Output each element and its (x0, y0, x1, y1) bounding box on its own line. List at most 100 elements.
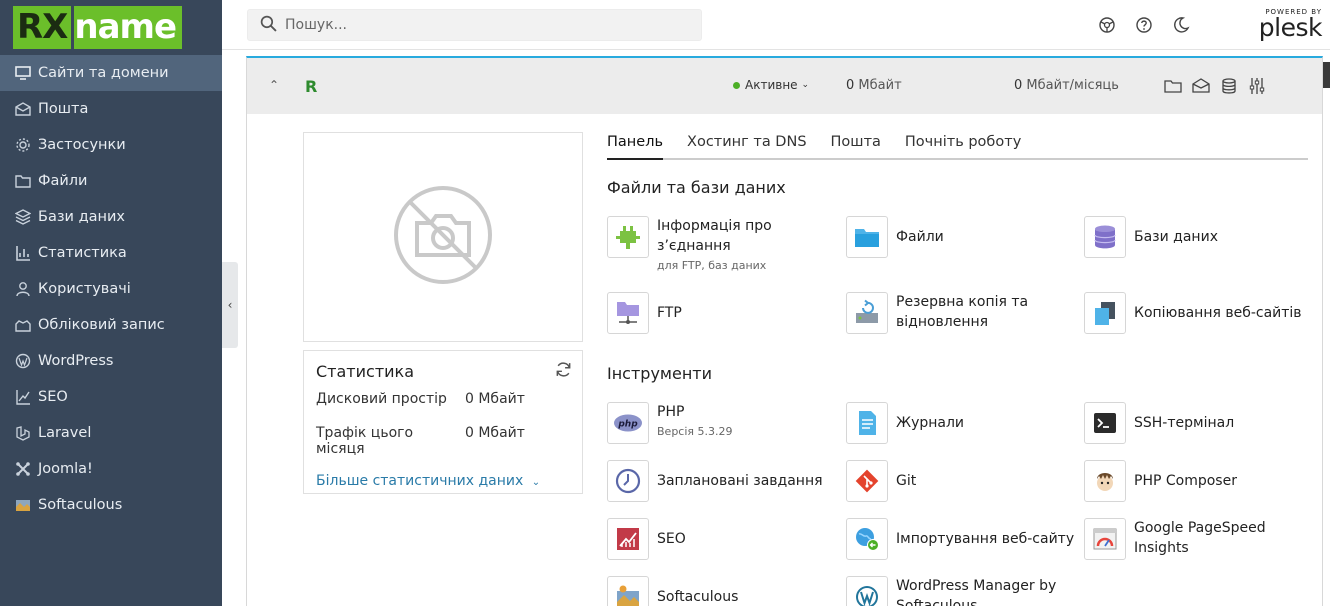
monitor-icon (14, 65, 31, 82)
stat-traffic-value: 0 Мбайт (465, 425, 525, 441)
joomla-icon (14, 461, 31, 478)
tool-php[interactable]: php PHP Версія 5.3.29 (607, 402, 733, 444)
sidebar: RX name Сайти та домени Пошта Застосунки… (0, 0, 222, 606)
sidebar-item-label: Застосунки (38, 137, 126, 153)
sidebar-item-account[interactable]: Обліковий запис (0, 307, 222, 343)
tool-sublabel: для FTP, баз даних (657, 259, 767, 272)
scrollbar-thumb[interactable] (1323, 62, 1330, 88)
sidebar-item-softaculous[interactable]: Softaculous (0, 487, 222, 523)
tool-scheduled-tasks[interactable]: Заплановані завдання (607, 460, 823, 502)
tool-logs[interactable]: Журнали (846, 402, 964, 444)
laravel-icon (14, 425, 31, 442)
status-dropdown[interactable]: Активне ⌄ (733, 78, 809, 92)
site-preview[interactable] (303, 132, 583, 342)
tab-mail[interactable]: Пошта (831, 134, 881, 158)
section-title-files-db: Файли та бази даних (607, 178, 786, 197)
sidebar-item-sites-domains[interactable]: Сайти та домени (0, 55, 222, 91)
logo-rx: RX (13, 6, 72, 49)
tool-ftp[interactable]: FTP (607, 292, 682, 334)
tool-label: Заплановані завдання (657, 473, 823, 489)
sidebar-item-label: Обліковий запис (38, 317, 165, 333)
sidebar-item-wordpress[interactable]: WordPress (0, 343, 222, 379)
sidebar-item-statistics[interactable]: Статистика (0, 235, 222, 271)
stat-row-disk: Дисковий простір 0 Мбайт (316, 391, 570, 407)
brand-logo[interactable]: RX name (13, 6, 193, 49)
tool-files[interactable]: Файли (846, 216, 944, 258)
plesk-logo: POWERED BY plesk (1259, 8, 1323, 40)
sidebar-item-label: Сайти та домени (38, 65, 169, 81)
tool-git[interactable]: Git (846, 460, 916, 502)
stat-disk-label: Дисковий простір (316, 391, 447, 407)
more-statistics-label: Більше статистичних даних (316, 473, 524, 489)
tab-get-started[interactable]: Почніть роботу (905, 134, 1021, 158)
sidebar-item-files[interactable]: Файли (0, 163, 222, 199)
ftp-folder-icon (607, 292, 649, 334)
chevron-down-icon: ⌄ (531, 477, 541, 488)
database-icon (1084, 216, 1126, 258)
stat-row-traffic: Трафік цього місяця 0 Мбайт (316, 425, 570, 457)
database-icon[interactable] (1220, 77, 1238, 95)
tool-website-copy[interactable]: Копіювання веб-сайтів (1084, 292, 1302, 334)
sidebar-item-joomla[interactable]: Joomla! (0, 451, 222, 487)
tool-databases[interactable]: Бази даних (1084, 216, 1218, 258)
sidebar-item-users[interactable]: Користувачі (0, 271, 222, 307)
section-title-tools: Інструменти (607, 364, 713, 383)
sidebar-item-mail[interactable]: Пошта (0, 91, 222, 127)
sidebar-item-seo[interactable]: SEO (0, 379, 222, 415)
sidebar-item-label: Softaculous (38, 497, 123, 513)
settings-sliders-icon[interactable] (1248, 77, 1266, 95)
tool-label: Копіювання веб-сайтів (1134, 305, 1302, 321)
tool-seo[interactable]: SEO (607, 518, 686, 560)
sidebar-item-laravel[interactable]: Laravel (0, 415, 222, 451)
traffic-usage: 0 Мбайт/місяць (1014, 78, 1119, 93)
chevron-up-icon[interactable]: ⌃ (269, 78, 279, 92)
tool-connection-info[interactable]: Інформація про з’єднання для FTP, баз да… (607, 216, 827, 272)
sidebar-item-label: Файли (38, 173, 88, 189)
sidebar-item-label: Користувачі (38, 281, 131, 297)
seo-chart-icon (607, 518, 649, 560)
composer-icon (1084, 460, 1126, 502)
folder-icon[interactable] (1164, 77, 1182, 95)
moon-icon[interactable] (1172, 16, 1190, 34)
tool-ssh-terminal[interactable]: SSH-термінал (1084, 402, 1234, 444)
more-statistics-link[interactable]: Більше статистичних даних ⌄ (316, 473, 540, 489)
plug-icon (607, 216, 649, 258)
sidebar-item-label: SEO (38, 389, 68, 405)
search-box[interactable] (247, 9, 702, 41)
stat-disk-value: 0 Мбайт (465, 391, 525, 407)
tool-label: SEO (657, 531, 686, 547)
chevron-left-icon: ‹ (227, 298, 233, 312)
tab-dashboard[interactable]: Панель (607, 134, 664, 160)
tab-hosting-dns[interactable]: Хостинг та DNS (687, 134, 807, 158)
tool-label: PHP (657, 404, 685, 420)
gear-icon (14, 137, 31, 154)
user-icon (14, 281, 31, 298)
pagespeed-gauge-icon (1084, 518, 1126, 560)
domain-tabs: Панель Хостинг та DNS Пошта Почніть робо… (607, 134, 1308, 160)
sidebar-item-label: Пошта (38, 101, 89, 117)
domain-quick-actions (1164, 77, 1266, 95)
git-icon (846, 460, 888, 502)
sidebar-item-applications[interactable]: Застосунки (0, 127, 222, 163)
top-icons (1098, 16, 1190, 34)
softaculous-icon (14, 497, 31, 514)
tool-backup[interactable]: Резервна копія та відновлення (846, 292, 1076, 334)
sidebar-collapse-handle[interactable]: ‹ (222, 262, 238, 348)
search-icon (260, 15, 277, 36)
tool-wordpress-manager[interactable]: WordPress Manager by Softaculous (846, 576, 1066, 606)
help-community-icon[interactable] (1098, 16, 1116, 34)
terminal-icon (1084, 402, 1126, 444)
php-icon: php (607, 402, 649, 444)
mail-icon[interactable] (1192, 77, 1210, 95)
search-input[interactable] (285, 17, 685, 33)
tool-label: Бази даних (1134, 229, 1218, 245)
question-icon[interactable] (1135, 16, 1153, 34)
tool-import-website[interactable]: Імпортування веб-сайту (846, 518, 1074, 560)
refresh-icon[interactable] (555, 361, 572, 382)
tool-pagespeed[interactable]: Google PageSpeed Insights (1084, 518, 1304, 560)
sidebar-item-label: Бази даних (38, 209, 125, 225)
sidebar-item-databases[interactable]: Бази даних (0, 199, 222, 235)
tool-softaculous[interactable]: Softaculous (607, 576, 738, 606)
tool-label: Інформація про з’єднання (657, 218, 772, 254)
tool-php-composer[interactable]: PHP Composer (1084, 460, 1237, 502)
